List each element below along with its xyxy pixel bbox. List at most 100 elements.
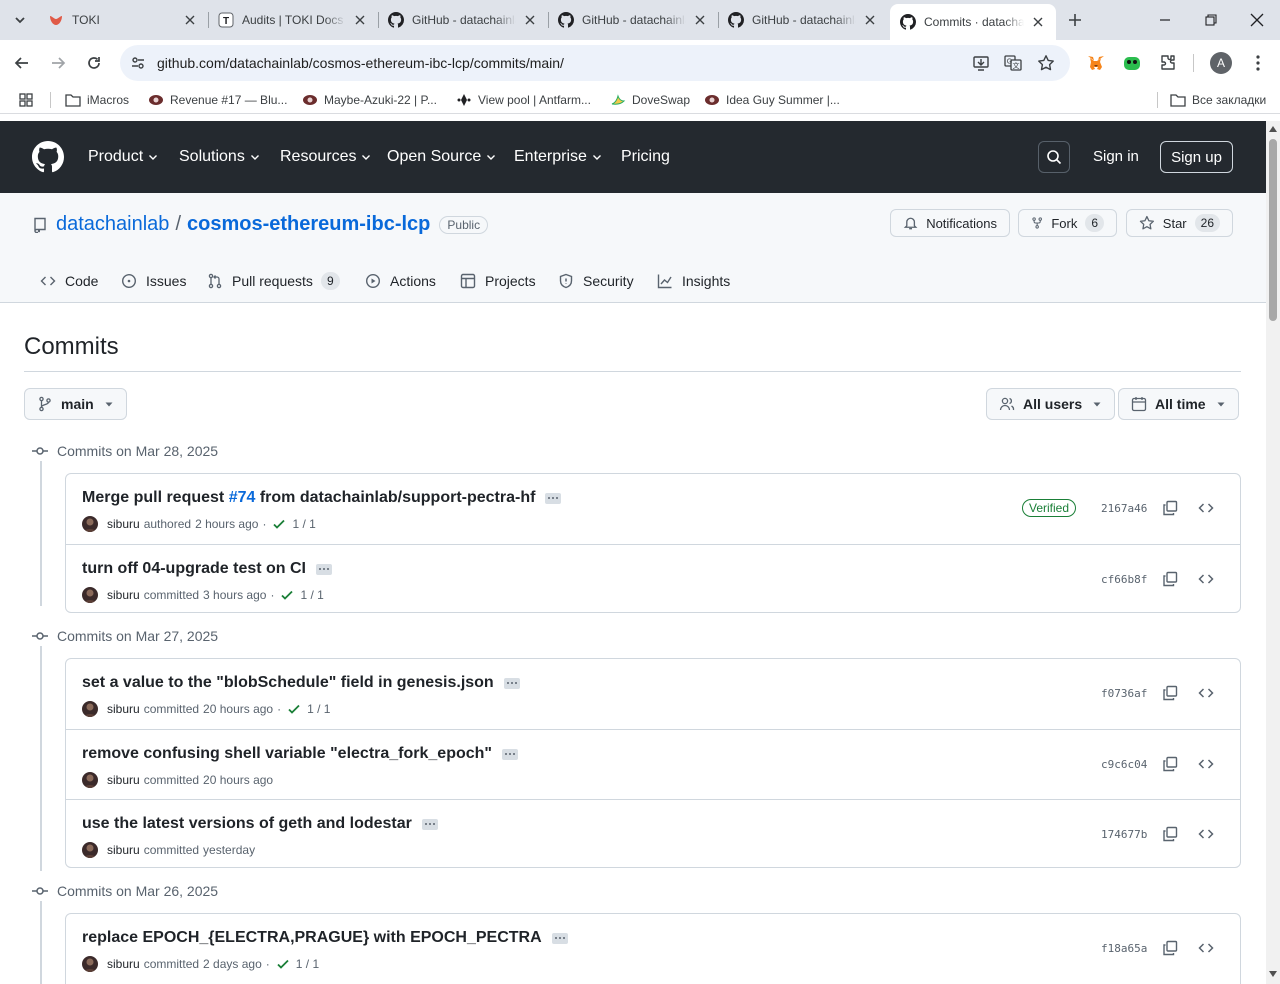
notifications-button[interactable]: Notifications [890, 209, 1010, 237]
checks-status[interactable]: 1 / 1 [307, 702, 330, 716]
apps-button[interactable] [18, 91, 40, 109]
author-link[interactable]: siburu [107, 773, 140, 787]
browse-code-icon[interactable] [1197, 939, 1215, 957]
sign-up-button[interactable]: Sign up [1160, 141, 1233, 173]
bookmark-maybe-azuki[interactable]: Maybe-Azuki-22 | P... [302, 91, 437, 109]
tab-security[interactable]: Security [558, 271, 634, 291]
author-avatar[interactable] [82, 587, 98, 603]
github-logo-icon[interactable] [32, 141, 64, 173]
scroll-down-arrow[interactable] [1269, 970, 1277, 978]
sign-in-link[interactable]: Sign in [1093, 148, 1139, 165]
author-link[interactable]: siburu [107, 843, 140, 857]
copy-icon[interactable] [1161, 825, 1179, 843]
close-icon[interactable] [182, 12, 198, 28]
browse-code-icon[interactable] [1197, 684, 1215, 702]
commit-message[interactable]: replace EPOCH_{ELECTRA,PRAGUE} with EPOC… [82, 929, 568, 947]
author-avatar[interactable] [82, 701, 98, 717]
close-icon[interactable] [862, 12, 878, 28]
author-avatar[interactable] [82, 842, 98, 858]
expand-message-button[interactable] [551, 932, 568, 944]
tab-search-button[interactable] [8, 8, 32, 32]
metamask-extension-icon[interactable] [1085, 52, 1107, 74]
expand-message-button[interactable] [316, 563, 332, 575]
search-button[interactable] [1038, 141, 1070, 173]
browser-tab-audits[interactable]: T Audits | TOKI Docs [208, 6, 378, 34]
expand-message-button[interactable] [545, 492, 562, 504]
users-filter-button[interactable]: All users [986, 388, 1116, 420]
close-icon[interactable] [522, 12, 538, 28]
browse-code-icon[interactable] [1197, 825, 1215, 843]
tab-code[interactable]: Code [40, 271, 98, 291]
all-bookmarks-button[interactable]: Все закладки [1170, 91, 1266, 109]
close-icon[interactable] [352, 12, 368, 28]
nav-product[interactable]: Product [88, 147, 158, 167]
window-close-button[interactable] [1245, 8, 1269, 32]
checks-status[interactable]: 1 / 1 [300, 588, 323, 602]
author-avatar[interactable] [82, 516, 98, 532]
commit-sha-link[interactable]: f0736af [1101, 687, 1147, 700]
commit-message[interactable]: use the latest versions of geth and lode… [82, 815, 438, 833]
nav-solutions[interactable]: Solutions [179, 147, 260, 167]
commit-message[interactable]: set a value to the "blobSchedule" field … [82, 674, 520, 692]
translate-icon[interactable]: 文G [1003, 53, 1023, 73]
restore-button[interactable] [1199, 8, 1223, 32]
tab-projects[interactable]: Projects [460, 271, 536, 291]
page-scrollbar[interactable] [1266, 121, 1280, 984]
close-icon[interactable] [1030, 14, 1046, 30]
address-bar[interactable]: github.com/datachainlab/cosmos-ethereum-… [120, 45, 1070, 81]
commit-message[interactable]: turn off 04-upgrade test on CI [82, 560, 332, 578]
bookmark-doveswap[interactable]: DoveSwap [610, 91, 690, 109]
reload-button[interactable] [80, 49, 108, 77]
bookmark-revenue[interactable]: Revenue #17 — Blu... [148, 91, 287, 109]
tab-insights[interactable]: Insights [657, 271, 730, 291]
new-tab-button[interactable] [1064, 9, 1086, 31]
commit-sha-link[interactable]: f18a65a [1101, 942, 1147, 955]
forward-button[interactable] [44, 49, 72, 77]
commit-sha-link[interactable]: cf66b8f [1101, 573, 1147, 586]
nav-open-source[interactable]: Open Source [387, 147, 496, 167]
tab-issues[interactable]: Issues [121, 271, 186, 291]
frog-extension-icon[interactable] [1121, 52, 1143, 74]
copy-icon[interactable] [1161, 939, 1179, 957]
browse-code-icon[interactable] [1197, 755, 1215, 773]
commit-sha-link[interactable]: c9c6c04 [1101, 758, 1147, 771]
nav-resources[interactable]: Resources [280, 147, 371, 167]
browser-menu-icon[interactable] [1247, 52, 1269, 74]
star-button[interactable]: Star 26 [1126, 209, 1233, 237]
expand-message-button[interactable] [502, 748, 518, 760]
commit-message[interactable]: Merge pull request #74 from datachainlab… [82, 489, 562, 507]
close-icon[interactable] [692, 12, 708, 28]
browser-tab-github-1[interactable]: GitHub - datachainlab [378, 6, 548, 34]
copy-icon[interactable] [1161, 755, 1179, 773]
author-avatar[interactable] [82, 956, 98, 972]
author-link[interactable]: siburu [107, 702, 140, 716]
repo-name-link[interactable]: cosmos-ethereum-ibc-lcp [187, 213, 430, 236]
expand-message-button[interactable] [421, 818, 438, 830]
back-button[interactable] [8, 49, 36, 77]
checks-status[interactable]: 1 / 1 [296, 957, 319, 971]
repo-owner-link[interactable]: datachainlab [56, 213, 169, 236]
tab-actions[interactable]: Actions [365, 271, 436, 291]
author-link[interactable]: siburu [107, 957, 140, 971]
checks-status[interactable]: 1 / 1 [292, 517, 315, 531]
scroll-up-arrow[interactable] [1269, 125, 1277, 133]
branch-select-button[interactable]: main [24, 388, 127, 420]
author-link[interactable]: siburu [107, 588, 140, 602]
author-link[interactable]: siburu [107, 517, 140, 531]
minimize-button[interactable] [1153, 8, 1177, 32]
commit-sha-link[interactable]: 174677b [1101, 828, 1147, 841]
browse-code-icon[interactable] [1197, 499, 1215, 517]
author-avatar[interactable] [82, 772, 98, 788]
bookmark-star-icon[interactable] [1036, 53, 1056, 73]
install-app-icon[interactable] [971, 53, 991, 73]
browser-tab-github-2[interactable]: GitHub - datachainlab [548, 6, 718, 34]
fork-button[interactable]: Fork 6 [1018, 209, 1117, 237]
copy-icon[interactable] [1161, 570, 1179, 588]
bookmark-antfarm[interactable]: View pool | Antfarm... [456, 91, 591, 109]
copy-icon[interactable] [1161, 499, 1179, 517]
commit-sha-link[interactable]: 2167a46 [1101, 502, 1147, 515]
verified-badge[interactable]: Verified [1022, 499, 1077, 517]
commit-message[interactable]: remove confusing shell variable "electra… [82, 745, 518, 763]
site-info-icon[interactable] [128, 53, 148, 73]
bookmark-idea-guy[interactable]: Idea Guy Summer |... [704, 91, 840, 109]
